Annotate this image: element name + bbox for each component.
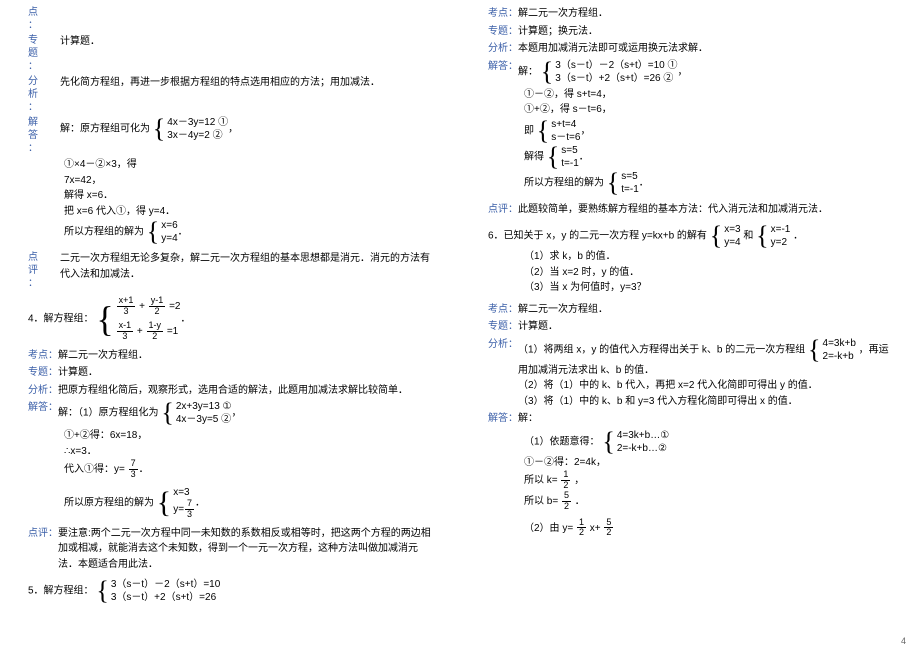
page-number: 4 [901, 636, 906, 646]
step-51: ①－②，得 s+t=4， [524, 87, 892, 103]
step-42: ∴x=3． [64, 444, 432, 460]
step-43: 代入①得：y= 73． [64, 459, 432, 480]
jieda-6: 解答： 解： [488, 411, 892, 427]
step-5: 所以方程组的解为 {x=6y=4． [64, 219, 432, 245]
step-44: 所以原方程组的解为 { x=3 y=73 ． [64, 486, 432, 520]
right-column: 考点：解二元一次方程组． 专题：计算题；换元法． 分析：本题用加减消元法即可或运… [460, 0, 920, 610]
dianping-5: 点评：此题较简单，要熟练解方程组的基本方法：代入消元法和加减消元法． [488, 202, 892, 218]
step-61: ①－②得：2=4k， [524, 455, 892, 471]
zhuanti-6: 专题：计算题． [488, 319, 892, 335]
zhuanti-5: 专题：计算题；换元法． [488, 24, 892, 40]
zhuanti-4: 专题：计算题． [28, 365, 432, 381]
question-4: 4．解方程组： { x+13 + y-12 =2 x-13 + 1-y2 =1 … [28, 296, 432, 342]
step-1: ①×4－②×3，得 [64, 157, 432, 173]
step-55: 所以方程组的解为 {s=5t=-1． [524, 170, 892, 196]
step-53: 即 {s+t=4s－t=6， [524, 118, 892, 144]
step-3: 解得 x=6． [64, 188, 432, 204]
kaodian-6: 考点：解二元一次方程组． [488, 302, 892, 318]
jieda-4: 解答： 解：（1）原方程组化为 {2x+3y=13 ①4x－3y=5 ②， [28, 400, 432, 426]
jieda-5: 解答： 解： {3（s－t）－2（s+t）=10 ①3（s－t）+2（s+t）=… [488, 59, 892, 85]
jieda-1: 解答： 解：原方程组可化为 {4x－3y=12 ①3x－4y=2 ②， [28, 116, 432, 155]
fenxi-1: 分析： 先化简方程组，再进一步根据方程组的特点选用相应的方法；用加减法． [28, 75, 432, 114]
dianping-4: 点评： 要注意:两个二元一次方程中同一未知数的系数相反或相等时，把这两个方程的两… [28, 526, 432, 573]
step-4: 把 x=6 代入①，得 y=4． [64, 204, 432, 220]
step-41: ①+②得：6x=18， [64, 428, 432, 444]
q6-sub3: （3）当 x 为何值时，y=3？ [524, 280, 892, 296]
question-6: 6．已知关于 x，y 的二元一次方程 y=kx+b 的解有 {x=3y=4 和 … [488, 223, 892, 249]
left-column: 点： 专题： 计算题． 分析： 先化简方程组，再进一步根据方程组的特点选用相应的… [0, 0, 460, 610]
dianping-1: 点评： 二元一次方程组无论多复杂，解二元一次方程组的基本思想都是消元．消元的方法… [28, 251, 432, 290]
step-2: 7x=42， [64, 173, 432, 189]
question-5: 5．解方程组： {3（s－t）－2（s+t）=103（s－t）+2（s+t）=2… [28, 578, 432, 604]
fenxi-5: 分析：本题用加减消元法即可或运用换元法求解． [488, 41, 892, 57]
q6-sub2: （2）当 x=2 时，y 的值． [524, 265, 892, 281]
fenxi-4: 分析：把原方程组化简后，观察形式，选用合适的解法，此题用加减法求解比较简单． [28, 383, 432, 399]
step-64: （2）由 y= 12 x+ 52 [524, 518, 892, 539]
kaodian-5: 考点：解二元一次方程组． [488, 6, 892, 22]
solve-prefix: 解：原方程组可化为 [60, 124, 150, 135]
fenxi-6: 分析： （1）将两组 x，y 的值代入方程得出关于 k、b 的二元一次方程组 {… [488, 337, 892, 410]
step-54: 解得 {s=5t=-1． [524, 144, 892, 170]
kaodian-4: 考点：解二元一次方程组． [28, 348, 432, 364]
step-52: ①+②，得 s－t=6， [524, 102, 892, 118]
step-60: （1）依题意得： {4=3k+b…①2=-k+b…② [524, 429, 892, 455]
q6-sub1: （1）求 k，b 的值． [524, 249, 892, 265]
zhuanti-1: 专题： 计算题． [28, 34, 432, 73]
step-63: 所以 b= 52 ． [524, 491, 892, 512]
label-dian: 点： [28, 6, 432, 32]
step-62: 所以 k= 12 ， [524, 470, 892, 491]
